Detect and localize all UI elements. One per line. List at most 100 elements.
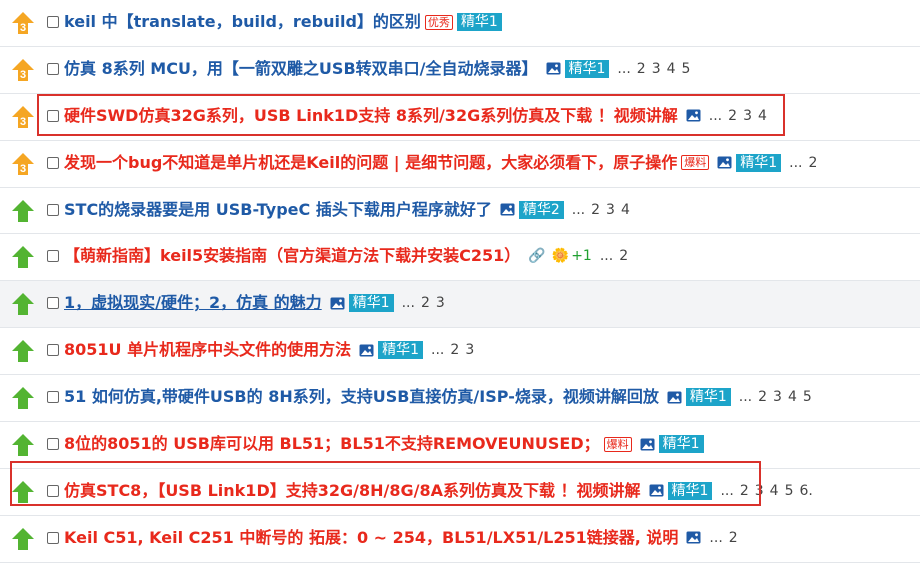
select-checkbox[interactable] [47, 203, 59, 216]
digest-tag: 精华1 [736, 153, 782, 172]
page-more: . [808, 482, 813, 499]
thread-line: 【萌新指南】keil5安装指南（官方渠道方法下载并安装C251） 🔗 🌼 +1... 2 [64, 245, 628, 267]
page-link[interactable]: 4 [621, 202, 630, 218]
page-ellipsis: ... [617, 60, 631, 77]
thread-title-link[interactable]: STC的烧录器要是用 USB-TypeC 插头下载用户程序就好了 [64, 199, 492, 221]
page-link[interactable]: 3 [465, 342, 474, 358]
thread-badge: 爆料 [681, 155, 710, 171]
page-ellipsis: ... [789, 154, 803, 171]
select-checkbox[interactable] [47, 156, 59, 169]
image-attachment-icon [717, 156, 732, 169]
image-attachment-icon [330, 297, 345, 310]
thread-line: 51 如何仿真,带硬件USB的 8H系列，支持USB直接仿真/ISP-烧录，视频… [64, 386, 812, 408]
thread-line: 8位的8051的 USB库可以用 BL51；BL51不支持REMOVEUNUSE… [64, 433, 704, 455]
digest-tag: 精华1 [564, 59, 610, 78]
page-links: ... 2 3 4 [572, 199, 630, 221]
hot-thread-icon: 3 [10, 10, 36, 36]
page-links: ... 2 [600, 245, 628, 267]
page-link[interactable]: 2 [809, 155, 818, 171]
page-link[interactable]: 5 [682, 61, 691, 77]
thread-title-link[interactable]: 发现一个bug不知道是单片机还是Keil的问题 | 是细节问题，大家必须看下，原… [64, 152, 677, 174]
highlight-box-swd [37, 94, 785, 136]
thread-title-link[interactable]: 8051U 单片机程序中头文件的使用方法 [64, 339, 351, 361]
page-links: ... 2 3 4 5 [617, 58, 690, 80]
page-link[interactable]: 2 [421, 295, 430, 311]
hot-thread-icon: 3 [10, 57, 36, 83]
svg-text:3: 3 [20, 163, 26, 175]
page-link[interactable]: 5 [785, 483, 794, 499]
select-checkbox[interactable] [47, 297, 59, 310]
page-ellipsis: ... [738, 389, 753, 406]
page-link[interactable]: 2 [450, 342, 459, 358]
page-ellipsis: ... [431, 342, 445, 359]
page-link[interactable]: 3 [606, 202, 615, 218]
page-link[interactable]: 4 [788, 389, 797, 405]
highlight-box-stc8 [10, 461, 761, 506]
svg-text:3: 3 [20, 22, 26, 34]
thread-title-link[interactable]: 仿真 8系列 MCU，用【一箭双雕之USB转双串口/全自动烧录器】 [64, 58, 538, 80]
thread-row: 51 如何仿真,带硬件USB的 8H系列，支持USB直接仿真/ISP-烧录，视频… [0, 375, 920, 423]
new-reply-icon [10, 198, 36, 224]
page-links: ... 2 3 [402, 292, 445, 314]
thread-row: 3 发现一个bug不知道是单片机还是Keil的问题 | 是细节问题，大家必须看下，… [0, 141, 920, 188]
select-checkbox[interactable] [47, 16, 59, 28]
thread-line: 8051U 单片机程序中头文件的使用方法 精华1... 2 3 [64, 339, 474, 361]
digest-tag: 精华1 [378, 341, 424, 360]
thread-row: 【萌新指南】keil5安装指南（官方渠道方法下载并安装C251） 🔗 🌼 +1... 2 [0, 234, 920, 282]
thread-line: 发现一个bug不知道是单片机还是Keil的问题 | 是细节问题，大家必须看下，原… [64, 152, 817, 174]
page-link[interactable]: 2 [729, 530, 738, 546]
thread-badge: 优秀 [424, 14, 453, 30]
page-link[interactable]: 3 [773, 389, 782, 405]
page-link[interactable]: 4 [667, 61, 676, 77]
svg-text:3: 3 [20, 116, 26, 128]
page-link[interactable]: 3 [436, 295, 445, 311]
thread-row: Keil C51, Keil C251 中断号的 拓展：0 ~ 254，BL51… [0, 516, 920, 563]
image-attachment-icon [546, 62, 561, 75]
thread-title-link[interactable]: 8位的8051的 USB库可以用 BL51；BL51不支持REMOVEUNUSE… [64, 433, 600, 455]
new-reply-icon [10, 338, 36, 364]
thread-line: keil 中【translate，build，rebuild】的区别 优秀 精华1 [64, 11, 502, 33]
digest-tag: 精华1 [348, 294, 394, 313]
select-checkbox[interactable] [47, 391, 59, 404]
thread-title-link[interactable]: 51 如何仿真,带硬件USB的 8H系列，支持USB直接仿真/ISP-烧录，视频… [64, 386, 659, 408]
thread-row: 3 仿真 8系列 MCU，用【一箭双雕之USB转双串口/全自动烧录器】 精华1...… [0, 47, 920, 94]
page-link[interactable]: 5 [803, 389, 812, 405]
thread-title-link[interactable]: Keil C51, Keil C251 中断号的 拓展：0 ~ 254，BL51… [64, 527, 678, 549]
select-checkbox[interactable] [47, 344, 59, 357]
flower-icon: 🌼 [551, 248, 570, 265]
attachment-icon: 🔗 [528, 248, 546, 265]
select-checkbox[interactable] [47, 438, 59, 451]
digest-tag: 精华1 [456, 13, 502, 31]
thread-line: STC的烧录器要是用 USB-TypeC 插头下载用户程序就好了 精华2... 2 3… [64, 199, 630, 221]
thread-row: 1，虚拟现实/硬件；2，仿真 的魅力 精华1... 2 3 [0, 281, 920, 329]
new-reply-icon [10, 291, 36, 317]
select-checkbox[interactable] [47, 62, 59, 75]
digest-tag: 精华1 [685, 388, 731, 407]
image-attachment-icon [640, 438, 655, 451]
page-link[interactable]: 2 [758, 389, 767, 405]
thread-line: 1，虚拟现实/硬件；2，仿真 的魅力 精华1... 2 3 [64, 292, 445, 314]
thread-title-link[interactable]: 1，虚拟现实/硬件；2，仿真 的魅力 [64, 292, 322, 314]
page-ellipsis: ... [571, 201, 586, 218]
thread-title-link[interactable]: 【萌新指南】keil5安装指南（官方渠道方法下载并安装C251） [64, 245, 520, 267]
page-link[interactable]: 2 [637, 61, 646, 77]
new-reply-icon [10, 385, 36, 411]
page-ellipsis: ... [401, 295, 415, 312]
image-attachment-icon [359, 344, 374, 357]
page-links: ... 2 [709, 527, 737, 549]
select-checkbox[interactable] [47, 531, 59, 544]
page-link[interactable]: 3 [652, 61, 661, 77]
page-link[interactable]: 2 [619, 248, 628, 264]
thread-line: Keil C51, Keil C251 中断号的 拓展：0 ~ 254，BL51… [64, 527, 738, 549]
page-link[interactable]: 2 [591, 202, 600, 218]
page-link[interactable]: 4 [770, 483, 779, 499]
select-checkbox[interactable] [47, 250, 59, 263]
page-links: ... 2 3 [431, 339, 474, 361]
page-links: ... 2 [789, 152, 817, 174]
rating-plus: +1 [571, 248, 592, 265]
thread-badge: 爆料 [603, 436, 632, 452]
digest-tag: 精华1 [658, 435, 704, 454]
image-attachment-icon [686, 531, 701, 544]
page-ellipsis: ... [599, 248, 614, 265]
thread-title-link[interactable]: keil 中【translate，build，rebuild】的区别 [64, 11, 421, 33]
